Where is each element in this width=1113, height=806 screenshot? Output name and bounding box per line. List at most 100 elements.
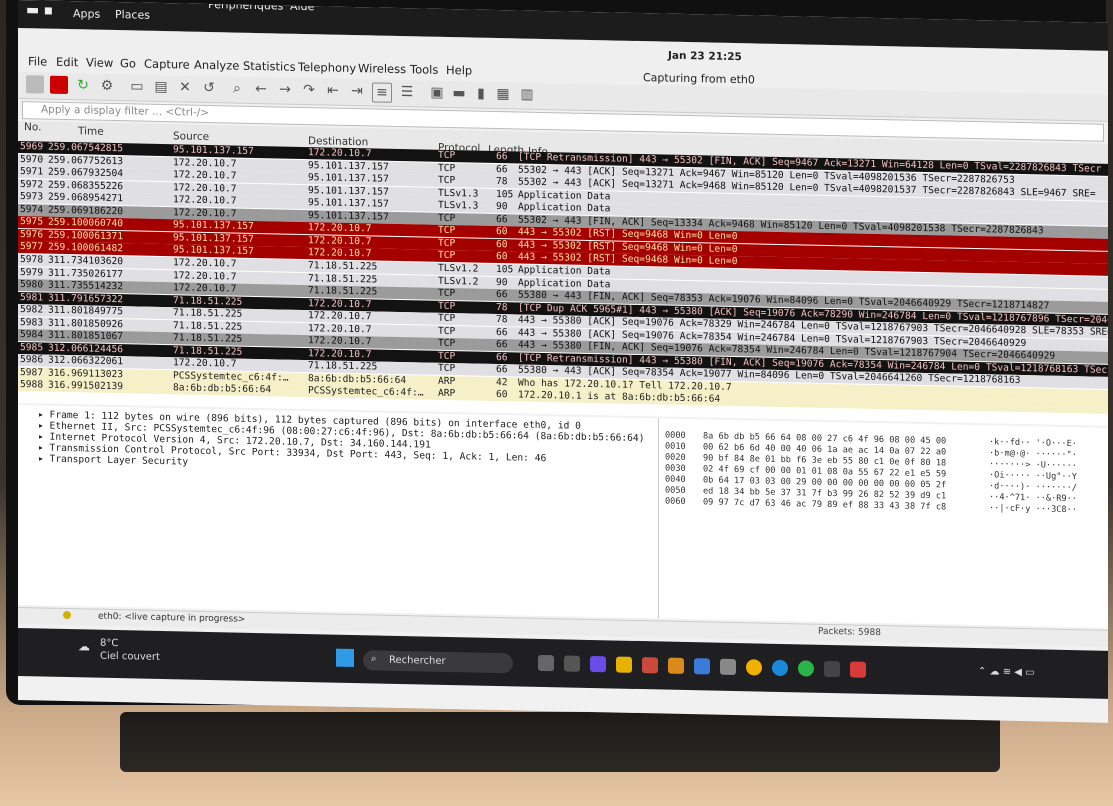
apps-menu[interactable]: Apps [73, 7, 100, 21]
vscode-icon[interactable] [694, 658, 710, 675]
packet-cell-src: 172.20.10.7 [173, 282, 237, 295]
menu-wireless[interactable]: Wireless [358, 61, 406, 76]
col-source[interactable]: Source [173, 130, 209, 143]
activities-icon[interactable]: ▬ ▪ [26, 2, 53, 19]
packet-bytes-pane[interactable]: 0000 8a 6b db b5 66 64 08 00 27 c6 4f 96 … [659, 418, 1108, 628]
start-capture-icon[interactable] [26, 75, 44, 94]
hex-ascii[interactable]: ·k··fd·· '·O···E· [989, 437, 1077, 449]
menu-file[interactable]: File [28, 54, 47, 68]
back-arrow-icon[interactable]: ← [252, 80, 270, 98]
hex-ascii[interactable]: ··|·cF·y ···3C8·· [989, 503, 1077, 515]
first-packet-icon[interactable]: ⇤ [324, 81, 342, 99]
system-tray-icons[interactable]: ⌃ ☁ ≋ ◀ ▭ [978, 666, 1035, 678]
packet-cell-proto: TLSv1.3 [438, 187, 479, 200]
app-icon-grey[interactable] [720, 658, 736, 676]
vm-menu-aide[interactable]: Aide [290, 0, 314, 13]
packet-cell-proto: TCP [438, 300, 456, 312]
weather-icon[interactable]: ☁ [78, 639, 90, 653]
packet-cell-no: 5978 [20, 253, 44, 266]
packet-cell-proto: TLSv1.3 [438, 199, 479, 212]
col-no[interactable]: No. [24, 121, 41, 133]
app-icon-dark[interactable] [824, 660, 840, 678]
menu-tools[interactable]: Tools [410, 62, 438, 77]
normal-size-icon[interactable]: ▮ [472, 85, 490, 103]
col-time[interactable]: Time [78, 125, 104, 138]
packet-details-pane[interactable]: ▸ Frame 1: 112 bytes on wire (896 bits),… [18, 405, 659, 619]
mail-icon[interactable] [642, 657, 658, 674]
hex-ascii[interactable]: ·Oi····· ··Ug"··Y [989, 470, 1077, 482]
menu-capture[interactable]: Capture [144, 57, 190, 72]
edge-icon[interactable] [772, 659, 788, 677]
menu-view[interactable]: View [86, 55, 113, 70]
last-packet-icon[interactable]: ⇥ [348, 82, 366, 100]
packet-cell-proto: TCP [438, 237, 456, 250]
packet-cell-len: 66 [496, 364, 508, 376]
task-view-icon[interactable] [538, 654, 554, 672]
packet-cell-time: 312.066124456 [48, 342, 124, 355]
menu-help[interactable]: Help [446, 63, 472, 78]
taskbar-search[interactable]: ⌕ Rechercher [363, 650, 513, 674]
places-menu[interactable]: Places [115, 8, 150, 22]
zoom-in-icon[interactable]: ▣ [428, 84, 446, 102]
menu-telephony[interactable]: Telephony [298, 60, 356, 75]
detail-tree-item[interactable]: ▸ Transport Layer Security [38, 453, 188, 467]
packet-cell-len: 78 [496, 301, 508, 313]
menu-edit[interactable]: Edit [56, 55, 78, 69]
status-text: eth0: <live capture in progress> [98, 611, 246, 625]
packet-cell-time: 259.068954271 [48, 191, 124, 205]
start-button-icon[interactable] [336, 648, 354, 668]
packet-cell-src: 172.20.10.7 [173, 169, 237, 182]
packet-cell-dst: 95.101.137.157 [308, 184, 389, 198]
hex-ascii[interactable]: ·d····)· ·······/ [989, 481, 1077, 493]
packet-cell-no: 5982 [20, 304, 44, 316]
hex-ascii[interactable]: ·b·m@·@· ······"· [989, 448, 1077, 460]
packet-cell-time: 311.801851067 [48, 329, 124, 343]
hex-offset: 0000 [665, 430, 686, 441]
whatsapp-icon[interactable] [798, 660, 814, 677]
packet-cell-src: 71.18.51.225 [173, 294, 243, 308]
resize-columns-icon[interactable]: ▦ [494, 85, 512, 103]
packet-cell-no: 5987 [20, 366, 44, 379]
packet-cell-time: 311.801849775 [48, 304, 124, 318]
file-explorer-icon[interactable] [616, 656, 632, 673]
chrome-icon[interactable] [746, 659, 762, 676]
vm-menu-peripheriques[interactable]: Périphériques [208, 0, 283, 13]
stop-capture-icon[interactable] [50, 75, 68, 95]
save-file-icon[interactable]: ▤ [152, 78, 170, 96]
widgets-icon[interactable] [564, 655, 580, 672]
packet-cell-dst: 172.20.10.7 [308, 335, 372, 348]
packet-cell-no: 5988 [20, 379, 44, 391]
capture-options-icon[interactable]: ⚙ [98, 77, 116, 95]
close-file-icon[interactable]: ✕ [176, 78, 194, 96]
hex-ascii[interactable]: ·······> ·U······ [989, 459, 1077, 471]
open-file-icon[interactable]: ▭ [128, 77, 146, 95]
packet-cell-src: 172.20.10.7 [173, 357, 237, 370]
app-icon-orange[interactable] [668, 657, 684, 674]
packet-list[interactable]: 5969 259.067542815 95.101.137.157 172.20.10… [18, 141, 1108, 426]
copilot-icon[interactable] [590, 655, 606, 673]
menu-analyze[interactable]: Analyze [194, 58, 239, 73]
restart-capture-icon[interactable]: ↻ [74, 76, 92, 94]
app-icon-red[interactable] [850, 661, 866, 678]
go-to-packet-icon[interactable]: ↷ [300, 81, 318, 99]
hex-offset: 0020 [665, 452, 686, 463]
expert-info-icon[interactable] [63, 610, 71, 620]
packet-cell-src: 172.20.10.7 [173, 194, 237, 207]
packet-cell-no: 5983 [20, 316, 44, 329]
zoom-out-icon[interactable]: ▬ [450, 84, 468, 102]
hex-ascii[interactable]: ··4·^71· ··&·R9·· [989, 492, 1077, 504]
menu-statistics[interactable]: Statistics [243, 59, 296, 74]
packet-cell-src: 71.18.51.225 [173, 319, 243, 333]
reload-file-icon[interactable]: ↺ [200, 79, 218, 97]
packet-cell-len: 66 [496, 151, 508, 163]
packet-cell-time: 259.100061371 [48, 229, 124, 243]
colorize-icon[interactable]: ☰ [398, 83, 416, 101]
search-icon[interactable]: ⌕ [228, 79, 246, 97]
forward-arrow-icon[interactable]: → [276, 80, 294, 98]
autoscroll-icon[interactable]: ≡ [372, 82, 392, 103]
packet-cell-src: 172.20.10.7 [173, 181, 237, 195]
columns-icon[interactable]: ▥ [518, 85, 536, 103]
packet-cell-proto: TCP [438, 149, 456, 162]
menu-go[interactable]: Go [120, 56, 136, 70]
packet-cell-src: 172.20.10.7 [173, 156, 237, 170]
